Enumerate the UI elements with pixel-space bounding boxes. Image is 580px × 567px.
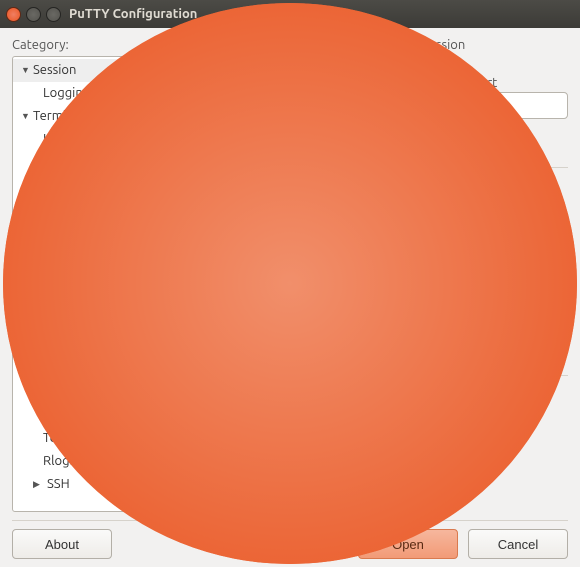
window-maximize-icon[interactable] [46,7,61,22]
cancel-button[interactable]: Cancel [468,529,568,559]
window-title: PuTTY Configuration [69,7,197,21]
category-label: Category: [12,38,142,52]
radio-close-always[interactable]: Always [159,400,206,414]
about-button[interactable]: About [12,529,112,559]
window-minimize-icon[interactable] [26,7,41,22]
window-close-icon[interactable] [6,7,21,22]
